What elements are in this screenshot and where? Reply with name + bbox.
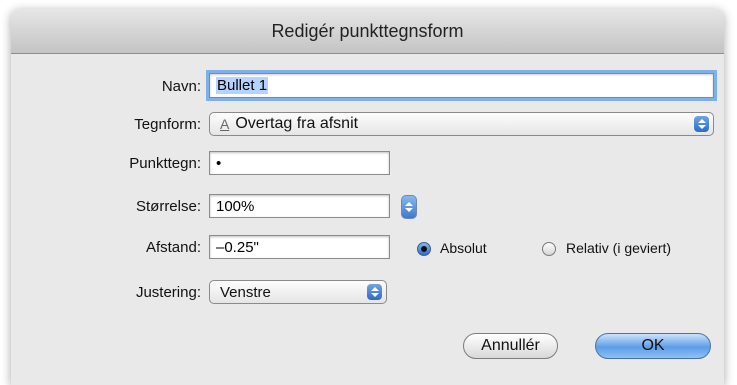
alignment-label: Justering: [135,284,201,301]
edit-bullet-dialog: Redigér punkttegnsform Navn: Bullet 1 Te… [11,9,724,385]
bullet-char-label: Punkttegn: [129,155,201,172]
font-glyph-icon: A [220,116,230,132]
size-label: Størrelse: [135,198,201,215]
distance-label: Afstand: [145,239,201,256]
radio-relative-label: Relativ (i geviert) [566,240,672,256]
chevron-updown-icon [367,284,382,300]
name-field[interactable]: Bullet 1 [209,73,714,98]
radio-absolute[interactable] [417,242,431,256]
alignment-value: Venstre [220,283,271,301]
ok-button[interactable]: OK [595,333,711,359]
size-stepper[interactable] [401,195,417,219]
chevron-updown-icon [694,116,709,132]
distance-field[interactable]: –0.25" [209,235,390,259]
bullet-char-field[interactable]: • [209,151,390,175]
dialog-title: Redigér punkttegnsform [11,9,724,54]
alignment-popup[interactable]: Venstre [209,280,387,304]
cancel-button[interactable]: Annullér [463,333,558,359]
name-label: Navn: [161,78,201,95]
glyph-form-label: Tegnform: [134,116,201,133]
glyph-form-popup[interactable]: A Overtag fra afsnit [209,112,714,136]
glyph-form-value: Overtag fra afsnit [235,115,359,132]
bullet-char-value: • [216,154,222,172]
name-value: Bullet 1 [216,77,269,94]
radio-relative[interactable] [542,242,556,256]
radio-absolute-label: Absolut [440,240,487,256]
size-value: 100% [216,197,255,215]
distance-value: –0.25" [216,238,259,256]
size-field[interactable]: 100% [209,194,390,218]
